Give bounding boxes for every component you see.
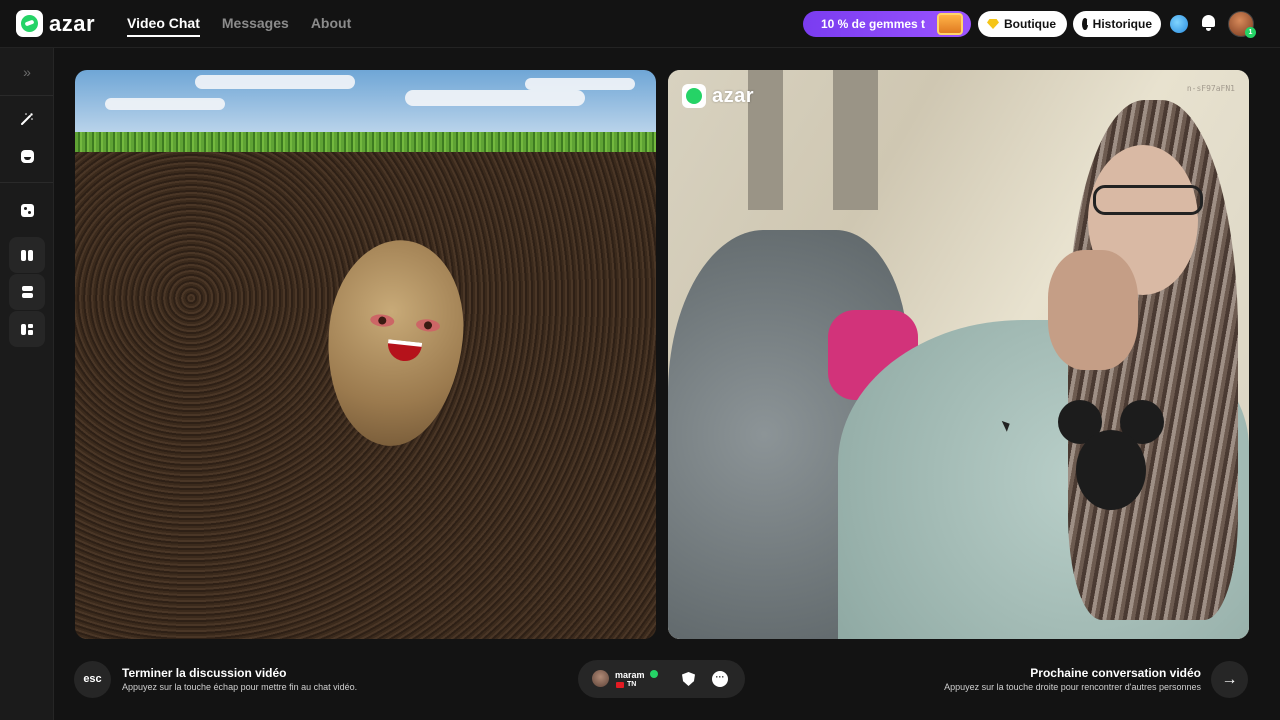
- globe-icon[interactable]: [1170, 15, 1188, 33]
- magic-wand-icon[interactable]: [9, 101, 45, 137]
- nav-video-chat[interactable]: Video Chat: [127, 15, 200, 37]
- end-chat-button[interactable]: esc: [74, 661, 111, 698]
- sidebar-divider: [0, 95, 53, 96]
- face-filter-icon[interactable]: [9, 138, 45, 174]
- boutique-label: Boutique: [1004, 17, 1056, 31]
- peer-name: maram: [615, 670, 645, 680]
- nav-about[interactable]: About: [311, 15, 351, 37]
- next-chat-button[interactable]: →: [1211, 661, 1248, 698]
- azar-logo-icon: [16, 10, 43, 37]
- treasure-chest-icon: [937, 13, 963, 35]
- next-chat-title: Prochaine conversation vidéo: [1030, 666, 1201, 680]
- clock-icon: [1082, 18, 1089, 30]
- bottom-controls: esc Terminer la discussion vidéo Appuyez…: [54, 652, 1280, 720]
- watermark-text: azar: [712, 84, 755, 107]
- end-chat-title: Terminer la discussion vidéo: [122, 666, 287, 680]
- layout-side-by-side-icon[interactable]: [9, 237, 45, 273]
- dice-icon[interactable]: [9, 192, 45, 228]
- expand-icon[interactable]: »: [9, 54, 45, 90]
- azar-watermark: azar: [682, 84, 754, 108]
- peer-video-panel: azar n-sF97aFN1: [668, 70, 1249, 639]
- sidebar: »: [0, 48, 54, 720]
- layout-stacked-icon[interactable]: [9, 274, 45, 310]
- next-chat-subtitle: Appuyez sur la touche droite pour rencon…: [944, 682, 1201, 692]
- history-button[interactable]: Historique: [1073, 11, 1161, 37]
- self-video-panel: [75, 70, 656, 639]
- nav-messages[interactable]: Messages: [222, 15, 289, 37]
- promo-text: 10 % de gemmes t: [821, 17, 926, 31]
- top-bar: azar Video Chat Messages About 10 % de g…: [0, 0, 1280, 48]
- avatar-badge: 1: [1245, 27, 1256, 38]
- report-shield-icon[interactable]: [682, 672, 695, 686]
- peer-country: TN: [627, 681, 637, 688]
- history-label: Historique: [1092, 17, 1152, 31]
- verified-badge-icon: [650, 670, 658, 678]
- boutique-button[interactable]: Boutique: [978, 11, 1067, 37]
- gem-icon: [987, 19, 999, 29]
- chat-bubble-icon[interactable]: ···: [712, 671, 728, 687]
- azar-logo[interactable]: azar: [16, 10, 95, 37]
- peer-avatar[interactable]: [592, 670, 609, 687]
- country-flag-icon: [616, 682, 624, 688]
- main-nav: Video Chat Messages About: [127, 15, 351, 37]
- end-chat-subtitle: Appuyez sur la touche échap pour mettre …: [122, 682, 358, 692]
- grass-strip: [75, 132, 656, 154]
- stream-id: n-sF97aFN1: [1186, 84, 1235, 93]
- layout-grid-icon[interactable]: [9, 311, 45, 347]
- peer-info-card: maram TN ···: [578, 660, 745, 698]
- gems-promo-banner[interactable]: 10 % de gemmes t: [803, 11, 971, 37]
- azar-watermark-icon: [682, 84, 706, 108]
- logo-text: azar: [49, 10, 96, 36]
- bell-icon[interactable]: [1201, 15, 1216, 32]
- user-avatar[interactable]: 1: [1228, 11, 1256, 38]
- peer-video-feed: [668, 70, 1249, 639]
- sidebar-divider: [0, 182, 53, 183]
